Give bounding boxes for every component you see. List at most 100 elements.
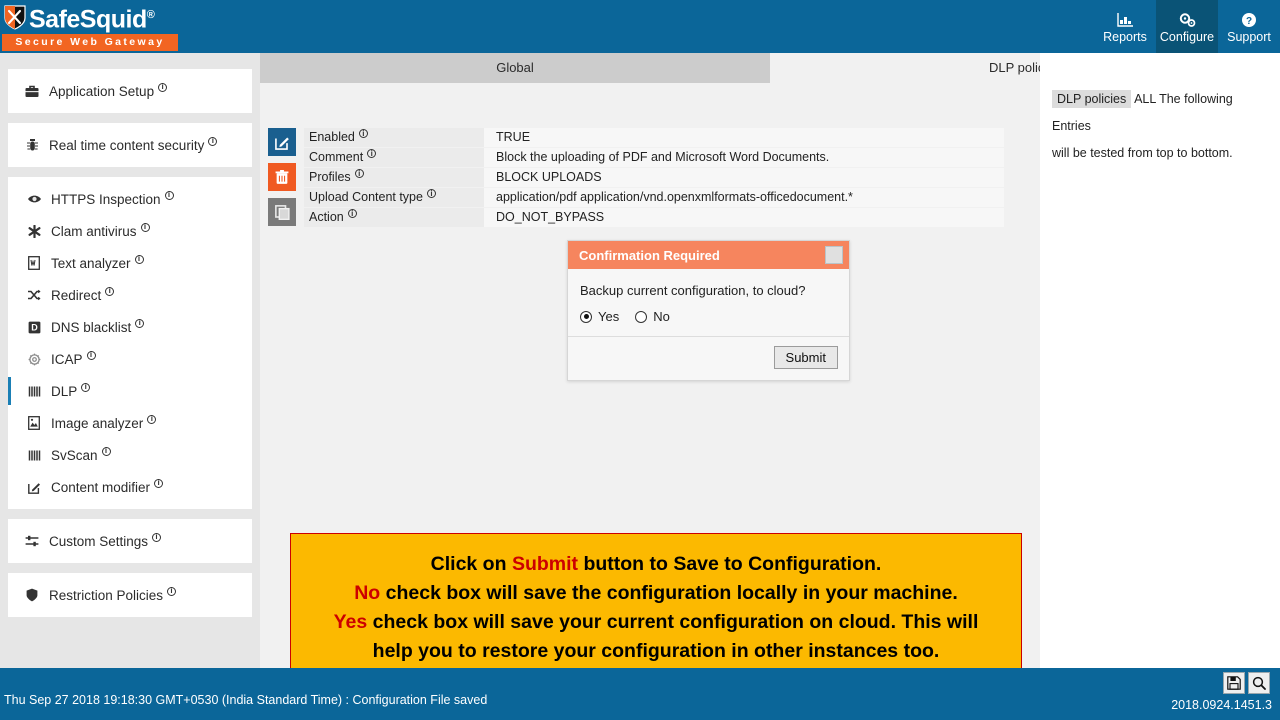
field-label: Upload Content type i [304,188,484,207]
save-config-button[interactable] [1223,672,1245,694]
question-icon: ? [1241,10,1257,30]
banner-text-highlight: No [354,582,381,604]
brand-row: SafeSquid® [0,0,180,34]
info-badge-icon[interactable]: i [147,414,157,424]
field-value[interactable]: Block the uploading of PDF and Microsoft… [484,148,1004,167]
field-value[interactable]: application/pdf application/vnd.openxmlf… [484,188,1004,207]
field-label: Enabled i [304,128,484,147]
sidebar-item-svscan[interactable]: SvScan i [8,439,252,471]
info-badge-icon[interactable]: i [86,350,96,360]
sidebar-item-label: Restriction Policies [49,587,164,603]
info-badge-icon[interactable]: i [426,189,436,198]
dialog-radio-group: Yes No [580,309,837,324]
safesquid-app: SafeSquid® Secure Web Gateway Reports Co… [0,0,1280,720]
info-badge-icon[interactable]: i [358,129,368,138]
nav-item-reports-label: Reports [1103,29,1147,44]
info-panel-line-2: will be tested from top to bottom. [1052,146,1233,160]
banner-line: No check box will save the configuration… [354,579,958,608]
sidebar-item-application-setup[interactable]: Application Setup i [8,75,252,107]
sidebar-item-label: Real time content security [49,137,205,153]
info-badge-icon[interactable]: i [81,382,91,392]
banner-line: Yes check box will save your current con… [334,608,979,637]
sidebar-item-label: ICAP [51,351,83,367]
info-badge-icon[interactable]: i [208,136,218,146]
radio-option-no[interactable]: No [635,309,670,324]
sidebar-item-label: SvScan [51,447,98,463]
search-button[interactable] [1248,672,1270,694]
sidebar-group-custom: Custom Settings i [8,519,252,563]
app-header: SafeSquid® Secure Web Gateway Reports Co… [0,0,1280,53]
sidebar-item-real-time-content-security[interactable]: Real time content security i [8,129,252,161]
field-value[interactable]: BLOCK UPLOADS [484,168,1004,187]
sidebar-item-content-modifier[interactable]: Content modifier i [8,471,252,503]
info-badge-icon[interactable]: i [135,318,145,328]
radio-option-yes[interactable]: Yes [580,309,619,324]
nav-item-reports[interactable]: Reports [1094,0,1156,53]
info-badge-icon[interactable]: i [134,254,144,264]
field-value[interactable]: DO_NOT_BYPASS [484,208,1004,227]
sidebar-item-image-analyzer[interactable]: Image analyzer i [8,407,252,439]
info-badge-icon[interactable]: i [158,82,168,92]
policy-field-list: Enabled i TRUE Comment i Block the uploadi… [304,128,1004,228]
banner-line: Click on Submit button to Save to Config… [431,550,882,579]
info-badge-icon[interactable]: i [347,209,357,218]
image-icon [24,416,44,430]
eye-icon [24,194,44,204]
info-panel: DLP policies ALL The following Entries w… [1040,53,1280,668]
sidebar-item-redirect[interactable]: Redirect i [8,279,252,311]
nav-item-support[interactable]: ? Support [1218,0,1280,53]
info-badge-icon[interactable]: i [140,222,150,232]
sidebar-item-custom-settings[interactable]: Custom Settings i [8,525,252,557]
banner-text-highlight: Submit [511,553,579,575]
confirmation-dialog: Confirmation Required Backup current con… [567,240,850,381]
sidebar-item-label: Text analyzer [51,255,131,271]
status-message: Thu Sep 27 2018 19:18:30 GMT+0530 (India… [4,693,488,707]
copy-entry-button[interactable] [268,198,296,226]
top-nav: Reports Configure ? Support [1094,0,1280,53]
d-box-icon: D [24,321,44,334]
info-badge-icon[interactable]: i [101,446,111,456]
brand-tagline: Secure Web Gateway [2,34,178,51]
brand-name: SafeSquid® [29,5,155,34]
submit-button[interactable]: Submit [773,346,838,369]
sidebar-item-https-inspection[interactable]: HTTPS Inspection i [8,183,252,215]
sidebar-item-text-analyzer[interactable]: Text analyzer i [8,247,252,279]
field-label: Profiles i [304,168,484,187]
banner-text: help you to restore your configuration i… [372,640,940,662]
sidebar-group-restriction: Restriction Policies i [8,573,252,617]
sidebar-item-dlp[interactable]: DLP i [8,375,252,407]
shuffle-icon [24,289,44,301]
info-badge-icon[interactable]: i [367,149,377,158]
info-badge-icon[interactable]: i [167,586,177,596]
close-icon[interactable] [825,246,843,264]
tab-global[interactable]: Global [260,53,770,83]
field-value[interactable]: TRUE [484,128,1004,147]
delete-entry-button[interactable] [268,163,296,191]
sidebar-item-icap[interactable]: ICAP i [8,343,252,375]
sidebar-item-label: DNS blacklist [51,319,132,335]
info-badge-icon[interactable]: i [105,286,115,296]
edit-entry-button[interactable] [268,128,296,156]
radio-no-label: No [653,309,670,324]
info-badge-icon[interactable]: i [152,532,162,542]
radio-yes-icon[interactable] [580,310,592,323]
info-badge-icon[interactable]: i [354,169,364,178]
sidebar-item-clam-antivirus[interactable]: Clam antivirus i [8,215,252,247]
instruction-banner: Click on Submit button to Save to Config… [290,533,1022,683]
field-label: Comment i [304,148,484,167]
sidebar-item-label: Redirect [51,287,102,303]
brand-logo: SafeSquid® Secure Web Gateway [0,0,180,53]
radio-no-icon[interactable] [635,310,648,323]
nav-item-configure[interactable]: Configure [1156,0,1218,53]
sidebar-item-dns-blacklist[interactable]: D DNS blacklist i [8,311,252,343]
sliders-icon [22,535,42,547]
sidebar: Application Setup i Real time content se… [0,53,260,668]
document-text-icon [24,256,44,270]
sidebar-item-restriction-policies[interactable]: Restriction Policies i [8,579,252,611]
info-badge-icon[interactable]: i [154,478,164,488]
row-action-toolbar [268,128,296,226]
sidebar-item-label: HTTPS Inspection [51,191,161,207]
info-badge-icon[interactable]: i [164,190,174,200]
banner-text: check box will save your current configu… [367,611,979,633]
banner-text: Click on [430,553,512,575]
